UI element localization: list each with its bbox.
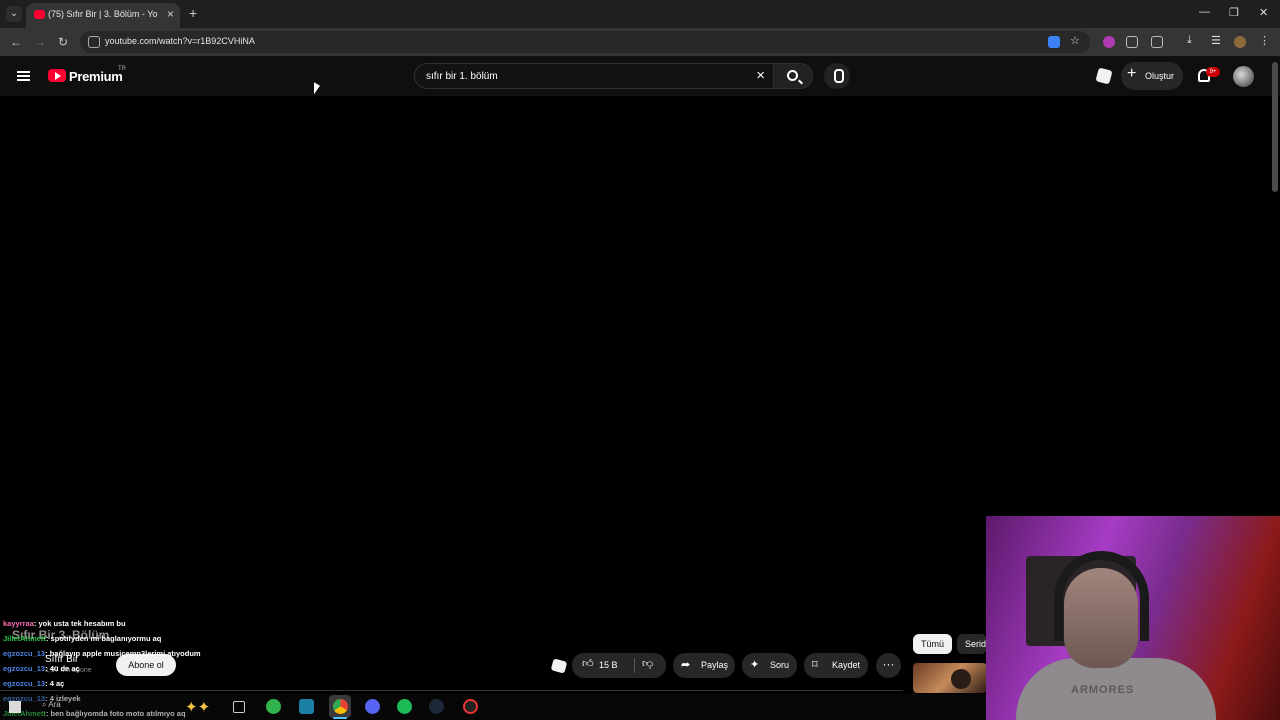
- voice-search-icon[interactable]: [824, 63, 850, 89]
- clear-search-icon[interactable]: ×: [756, 67, 765, 84]
- app-red-icon[interactable]: [463, 699, 478, 714]
- tab-title: (75) Sıfır Bir | 3. Bölüm - YouTube: [48, 9, 158, 19]
- active-app-indicator: [333, 717, 347, 719]
- spotify-icon[interactable]: [397, 699, 412, 714]
- chip-series[interactable]: Seriden: [957, 634, 987, 654]
- bookmark-icon: ⌑: [812, 659, 818, 671]
- chat-text: : spotifyden mi baglanıyormu aq: [45, 634, 162, 643]
- windows-taskbar: ⌕ Ara: [0, 694, 986, 720]
- new-tab-icon[interactable]: +: [189, 5, 197, 21]
- chat-username: egzozcu_13: [3, 649, 46, 658]
- sparkle-icon: ✦: [750, 659, 760, 671]
- ask-label: Soru: [770, 660, 790, 670]
- share-button[interactable]: ➦ Paylaş: [673, 653, 735, 678]
- chat-username: egzozcu_13: [3, 664, 46, 673]
- minimize-icon[interactable]: —: [1199, 6, 1210, 18]
- browser-tab-strip: ⌄ (75) Sıfır Bir | 3. Bölüm - YouTube × …: [0, 0, 1280, 28]
- more-actions-icon[interactable]: ···: [876, 653, 901, 678]
- chat-username: egzozcu_13: [3, 679, 46, 688]
- chat-text: : 4 aç: [45, 679, 65, 688]
- recommended-video-thumbnail[interactable]: [913, 663, 987, 693]
- save-button[interactable]: ⌑ Kaydet: [804, 653, 868, 678]
- divider: [634, 658, 635, 673]
- dislike-icon[interactable]: 👎︎: [642, 657, 653, 670]
- youtube-logo-icon[interactable]: [48, 69, 66, 82]
- window-close-icon[interactable]: ✕: [1259, 6, 1268, 19]
- hamburger-menu-icon[interactable]: [17, 71, 30, 81]
- chat-message: egzozcu_13: 4ü de aç: [3, 661, 263, 676]
- youtube-favicon-icon: [34, 10, 45, 19]
- steam-icon[interactable]: [429, 699, 444, 714]
- restore-icon[interactable]: ❐: [1229, 6, 1239, 19]
- share-label: Paylaş: [701, 660, 729, 670]
- like-count: 15 B: [599, 660, 618, 670]
- url-text: youtube.com/watch?v=r1B92CVHiNA: [105, 36, 255, 46]
- site-info-icon[interactable]: [88, 36, 100, 48]
- search-icon: [787, 70, 798, 81]
- plus-icon: +: [1127, 65, 1137, 82]
- extensions-puzzle-icon[interactable]: [1151, 36, 1163, 48]
- address-bar[interactable]: youtube.com/watch?v=r1B92CVHiNA: [80, 31, 1090, 53]
- chat-text: : 4ü de aç: [45, 664, 80, 673]
- scrollbar[interactable]: [1272, 62, 1278, 192]
- chat-message: kayyrraa: yok usta tek hesabım bu: [3, 616, 263, 631]
- thumbnail-face: [951, 669, 971, 689]
- chat-message: egzozcu_13: bağlayıp apple musicemp3leri…: [3, 646, 263, 661]
- taskbar-chrome-button[interactable]: [329, 695, 351, 718]
- windows-start-icon[interactable]: [9, 701, 21, 713]
- browser-toolbar: ← → ↻ youtube.com/watch?v=r1B92CVHiNA ☆ …: [0, 28, 1280, 56]
- reading-list-icon[interactable]: ☰: [1211, 34, 1223, 47]
- forward-icon[interactable]: →: [34, 35, 46, 49]
- chat-text: : yok usta tek hesabım bu: [33, 619, 126, 628]
- task-view-icon[interactable]: [233, 701, 245, 713]
- like-dislike-group: 👍︎ 15 B 👎︎: [572, 653, 666, 678]
- youtube-header: Premium TR sıfır bir 1. bölüm × + Oluştu…: [0, 56, 1280, 96]
- browser-menu-icon[interactable]: ⋮: [1259, 34, 1271, 47]
- browser-tab[interactable]: (75) Sıfır Bir | 3. Bölüm - YouTube ×: [26, 3, 180, 28]
- headphones: [1054, 551, 1149, 641]
- chat-message: JilletAhmett: spotifyden mi baglanıyormu…: [3, 631, 263, 646]
- chat-username: kayyrraa: [3, 619, 34, 628]
- profile-avatar-icon[interactable]: [1234, 36, 1246, 48]
- search-button[interactable]: [773, 63, 813, 89]
- back-icon[interactable]: ←: [10, 35, 22, 49]
- tab-search-button[interactable]: ⌄: [6, 6, 22, 22]
- create-button[interactable]: + Oluştur: [1121, 62, 1183, 90]
- app-green-icon[interactable]: [266, 699, 281, 714]
- share-icon: ➦: [681, 659, 691, 671]
- taskbar-search[interactable]: ⌕ Ara: [42, 700, 61, 710]
- chat-message: egzozcu_13: 4 aç: [3, 676, 263, 691]
- avatar[interactable]: [1233, 66, 1254, 87]
- divider: [0, 690, 903, 691]
- extension-icon[interactable]: [1126, 36, 1138, 48]
- discord-icon[interactable]: [365, 699, 380, 714]
- search-value: sıfır bir 1. bölüm: [426, 71, 498, 82]
- notifications-badge: 9+: [1206, 67, 1220, 77]
- install-app-icon[interactable]: [1048, 36, 1060, 48]
- create-label: Oluştur: [1145, 71, 1175, 81]
- webcam-overlay: ARMORES: [986, 516, 1280, 720]
- country-code: TR: [118, 66, 126, 72]
- chrome-icon: [333, 699, 348, 714]
- close-tab-icon[interactable]: ×: [167, 7, 174, 21]
- ask-ai-icon[interactable]: [550, 658, 568, 674]
- chat-username: JilletAhmett: [3, 634, 46, 643]
- chat-text: : bağlayıp apple musicemp3lerimi atıyodu…: [45, 649, 201, 658]
- save-label: Kaydet: [832, 660, 861, 670]
- downloads-icon[interactable]: ⤓: [1187, 34, 1199, 46]
- taskbar-search-label: Ara: [48, 700, 61, 709]
- shirt-print: ARMORES: [1071, 684, 1135, 696]
- search-input[interactable]: sıfır bir 1. bölüm ×: [414, 63, 774, 89]
- like-icon[interactable]: 👍︎: [582, 657, 594, 670]
- extension-icon[interactable]: [1103, 36, 1115, 48]
- app-teal-icon[interactable]: [299, 699, 314, 714]
- ask-button[interactable]: ✦ Soru: [742, 653, 797, 678]
- copilot-sparkle-icon[interactable]: ✦✦: [185, 698, 210, 716]
- bookmark-star-icon[interactable]: ☆: [1070, 34, 1082, 47]
- sparkle-create-icon[interactable]: [1095, 67, 1113, 85]
- reload-icon[interactable]: ↻: [58, 35, 68, 49]
- logo-text[interactable]: Premium: [69, 69, 123, 84]
- chip-all[interactable]: Tümü: [913, 634, 953, 654]
